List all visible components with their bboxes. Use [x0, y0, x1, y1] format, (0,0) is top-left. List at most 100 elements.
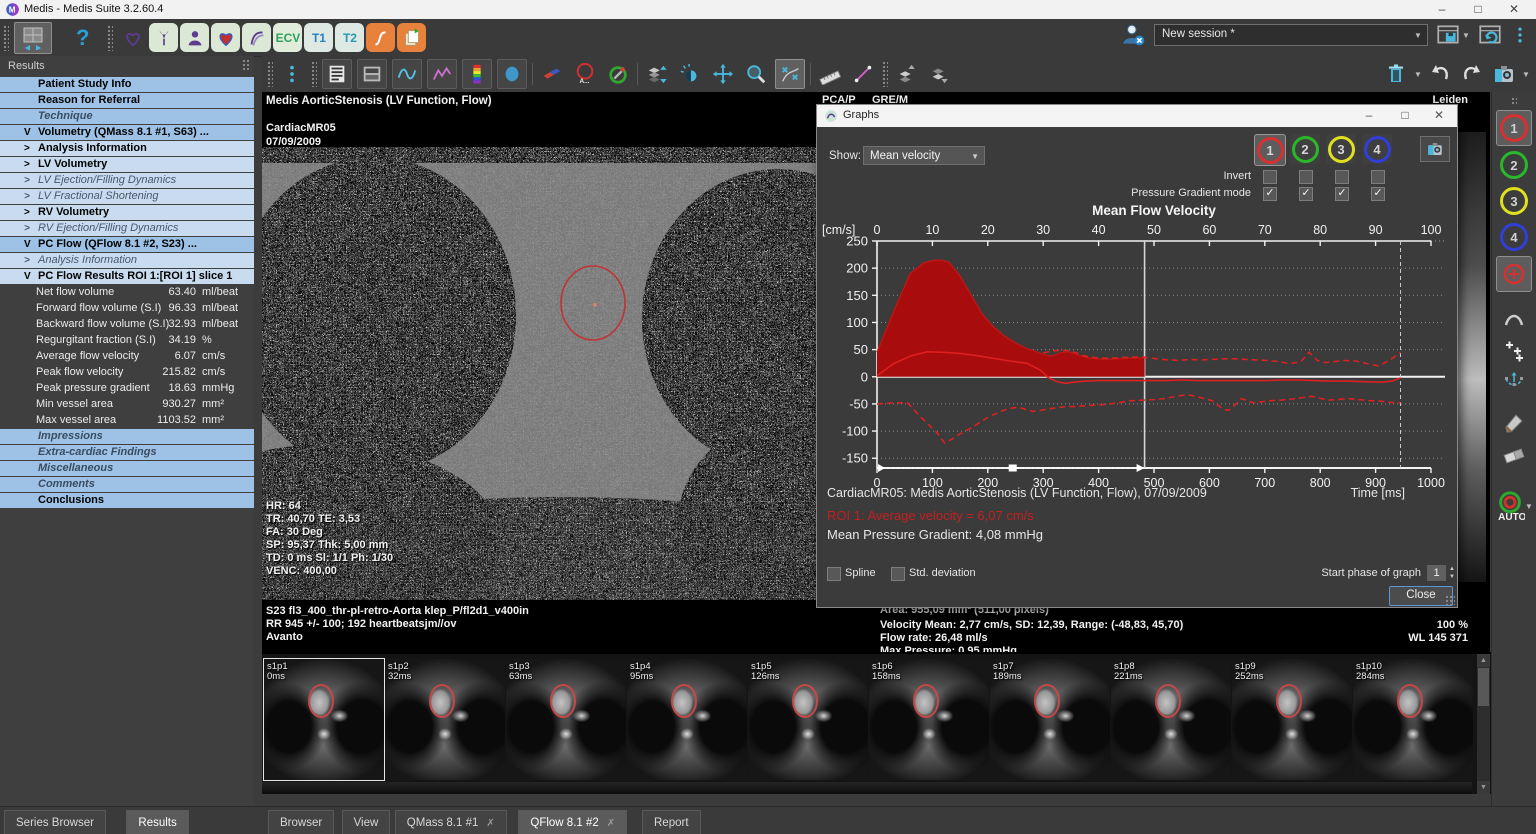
results-tree-item[interactable]: >RV Volumetry: [0, 205, 254, 220]
thumbnail-phase-4[interactable]: s1p495ms: [627, 659, 747, 780]
thumbnail-phase-7[interactable]: s1p7189ms: [990, 659, 1110, 780]
results-tree-item[interactable]: Technique: [0, 109, 254, 124]
auto-contour-icon[interactable]: AUTO▼: [1495, 487, 1533, 525]
toolbar-grip[interactable]: [107, 25, 113, 51]
t1-map-icon[interactable]: T1: [304, 23, 333, 52]
start-phase-input[interactable]: 1: [1427, 565, 1446, 581]
chevron-down-icon[interactable]: ▼: [1522, 70, 1530, 79]
resize-grip[interactable]: [1445, 595, 1455, 605]
edit-contour-icon[interactable]: [775, 59, 805, 89]
expand-icon[interactable]: >: [24, 221, 30, 236]
roi-3-button[interactable]: 3: [1497, 184, 1531, 218]
thumbnail-phase-5[interactable]: s1p5126ms: [748, 659, 868, 780]
results-section-item[interactable]: Extra-cardiac Findings: [0, 445, 254, 460]
analysis-graph-icon[interactable]: [427, 59, 457, 89]
ruler-icon[interactable]: [816, 60, 844, 88]
expand-icon[interactable]: >: [24, 205, 30, 220]
menu-dots-icon[interactable]: [278, 60, 306, 88]
toolbar-grip[interactable]: [882, 61, 888, 87]
window-level-icon[interactable]: [676, 60, 704, 88]
pressure-gradient-checkbox[interactable]: ✓: [1299, 187, 1313, 201]
close-tab-icon[interactable]: ✗: [486, 818, 494, 829]
magnify-icon[interactable]: [742, 60, 770, 88]
close-tab-icon[interactable]: ✗: [607, 818, 615, 829]
graphs-window[interactable]: 0102030405060708090100010020030040050060…: [816, 104, 1458, 608]
label-ellipse-icon[interactable]: A...: [571, 60, 599, 88]
results-tree-item[interactable]: VPC Flow Results ROI 1:[ROI 1] slice 1: [0, 269, 254, 284]
pressure-gradient-checkbox[interactable]: ✓: [1335, 187, 1349, 201]
roi-3-button[interactable]: 3: [1326, 134, 1356, 164]
results-tree-item[interactable]: Patient Study Info: [0, 77, 254, 92]
t2-map-icon[interactable]: T2: [335, 23, 364, 52]
menu-dots-icon[interactable]: [1510, 25, 1530, 45]
pull-contour-icon[interactable]: [1499, 367, 1529, 397]
session-combobox[interactable]: New session * ▼: [1154, 24, 1428, 46]
delete-icon[interactable]: [1382, 60, 1410, 88]
results-section-item[interactable]: Miscellaneous: [0, 461, 254, 476]
document-tab-qmass-8-1--1[interactable]: QMass 8.1 #1✗: [395, 810, 507, 834]
scrollbar-thumb[interactable]: [1478, 668, 1489, 706]
show-combobox[interactable]: Mean velocity▼: [863, 146, 985, 165]
graphs-title-bar[interactable]: Graphs – □ ✕: [817, 105, 1457, 127]
expand-icon[interactable]: >: [24, 173, 30, 188]
document-tab-qflow-8-1--2[interactable]: QFlow 8.1 #2✗: [518, 810, 627, 834]
expand-icon[interactable]: V: [24, 269, 31, 284]
results-tree-item[interactable]: VVolumetry (QMass 8.1 #1, S63) ...: [0, 125, 254, 140]
stack-down-icon[interactable]: [926, 60, 954, 88]
ellipse-view-icon[interactable]: [497, 59, 527, 89]
ecv-icon[interactable]: ECV: [273, 23, 302, 52]
thumbnail-phase-6[interactable]: s1p6158ms: [869, 659, 989, 780]
flow-analysis-icon[interactable]: [538, 60, 566, 88]
expand-icon[interactable]: >: [24, 253, 30, 268]
pan-icon[interactable]: [709, 60, 737, 88]
document-tab-view[interactable]: View: [342, 810, 391, 834]
results-tree-item[interactable]: >LV Volumetry: [0, 157, 254, 172]
results-tree-item[interactable]: Reason for Referral: [0, 93, 254, 108]
thumbnail-phase-1[interactable]: s1p10ms: [264, 659, 384, 780]
roi-1-button[interactable]: 1: [1496, 110, 1532, 146]
help-icon[interactable]: ?: [76, 24, 89, 52]
chevron-down-icon[interactable]: ▼: [1525, 502, 1533, 511]
roi-4-button[interactable]: 4: [1497, 220, 1531, 254]
start-phase-spinner[interactable]: ▲▼: [1447, 565, 1457, 581]
expand-icon[interactable]: >: [24, 141, 30, 156]
chart-snapshot-button[interactable]: [1420, 136, 1450, 162]
heart-3d-icon[interactable]: [211, 23, 240, 52]
expand-icon[interactable]: >: [24, 157, 30, 172]
panel-tab-series-browser[interactable]: Series Browser: [4, 810, 106, 834]
minimize-icon[interactable]: –: [1424, 0, 1460, 19]
results-tree-item[interactable]: >RV Ejection/Filling Dynamics: [0, 221, 254, 236]
report-view-icon[interactable]: [322, 59, 352, 89]
line-segment-icon[interactable]: [849, 60, 877, 88]
chevron-down-icon[interactable]: ▼: [1414, 70, 1422, 79]
save-layout-button[interactable]: ▼: [1435, 22, 1470, 48]
results-tree-item[interactable]: >Analysis Information: [0, 253, 254, 268]
strain-icon[interactable]: [366, 23, 395, 52]
film-scrollbar[interactable]: ▲ ▼: [1477, 654, 1490, 794]
toolbar-grip[interactable]: [1511, 97, 1517, 105]
results-tree-item[interactable]: >LV Fractional Shortening: [0, 189, 254, 204]
eraser-icon[interactable]: [1499, 440, 1529, 470]
panel-tab-results[interactable]: Results: [126, 810, 188, 834]
close-icon[interactable]: ✕: [1496, 0, 1532, 19]
thumbnail-phase-10[interactable]: s1p10284ms: [1353, 659, 1473, 780]
results-section-item[interactable]: Comments: [0, 477, 254, 492]
scroll-down-icon[interactable]: ▼: [1477, 781, 1490, 794]
qflow-tulip-icon[interactable]: [149, 23, 178, 52]
reset-layout-button[interactable]: [1477, 22, 1503, 48]
add-roi-icon[interactable]: [1496, 256, 1532, 292]
invert-checkbox[interactable]: [1335, 170, 1349, 184]
invert-checkbox[interactable]: [1263, 170, 1277, 184]
std-deviation-checkbox[interactable]: [891, 567, 905, 581]
scroll-up-icon[interactable]: ▲: [1477, 654, 1490, 667]
roi-2-button[interactable]: 2: [1290, 134, 1320, 164]
arc-tool-icon[interactable]: [1499, 303, 1529, 333]
roi-2-button[interactable]: 2: [1497, 148, 1531, 182]
results-section-item[interactable]: Impressions: [0, 429, 254, 444]
expand-icon[interactable]: V: [24, 237, 31, 252]
invert-checkbox[interactable]: [1299, 170, 1313, 184]
snapshot-icon[interactable]: [1490, 60, 1518, 88]
results-section-item[interactable]: Conclusions: [0, 493, 254, 508]
roi-1-button[interactable]: 1: [1254, 134, 1286, 166]
spline-checkbox[interactable]: [827, 567, 841, 581]
